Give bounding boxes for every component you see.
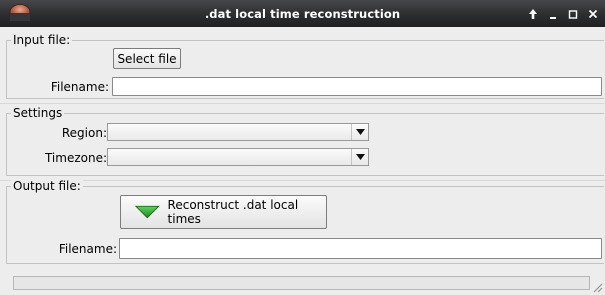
input-filename-field[interactable]	[112, 77, 602, 96]
region-label: Region:	[61, 126, 107, 140]
output-filename-field[interactable]	[119, 238, 602, 259]
separator	[0, 103, 605, 104]
separator	[0, 180, 605, 181]
maximize-icon[interactable]	[567, 7, 579, 21]
minimize-icon[interactable]	[547, 7, 559, 21]
select-file-button-label: Select file	[117, 51, 177, 66]
resize-grip-icon[interactable]	[591, 281, 603, 293]
timezone-select[interactable]	[107, 148, 369, 166]
down-arrow-icon	[135, 205, 160, 219]
settings-group-title: Settings	[11, 105, 65, 121]
chevron-down-icon[interactable]	[351, 124, 368, 140]
reconstruct-button[interactable]: Reconstruct .dat local times	[120, 195, 327, 229]
title-bar[interactable]: .dat local time reconstruction	[0, 0, 605, 27]
timezone-label: Timezone:	[44, 151, 107, 165]
keep-above-icon[interactable]	[527, 7, 539, 21]
reconstruct-button-label: Reconstruct .dat local times	[167, 198, 299, 226]
chevron-down-icon[interactable]	[351, 149, 368, 165]
output-file-group-title: Output file:	[11, 178, 83, 194]
select-file-button[interactable]: Select file	[113, 48, 181, 69]
close-icon[interactable]	[587, 7, 599, 21]
output-filename-label: Filename:	[58, 242, 117, 256]
window-title: .dat local time reconstruction	[204, 7, 401, 21]
region-select[interactable]	[107, 123, 369, 141]
input-file-group-title: Input file:	[11, 32, 73, 48]
status-bar	[13, 276, 590, 290]
input-filename-label: Filename:	[50, 80, 109, 94]
